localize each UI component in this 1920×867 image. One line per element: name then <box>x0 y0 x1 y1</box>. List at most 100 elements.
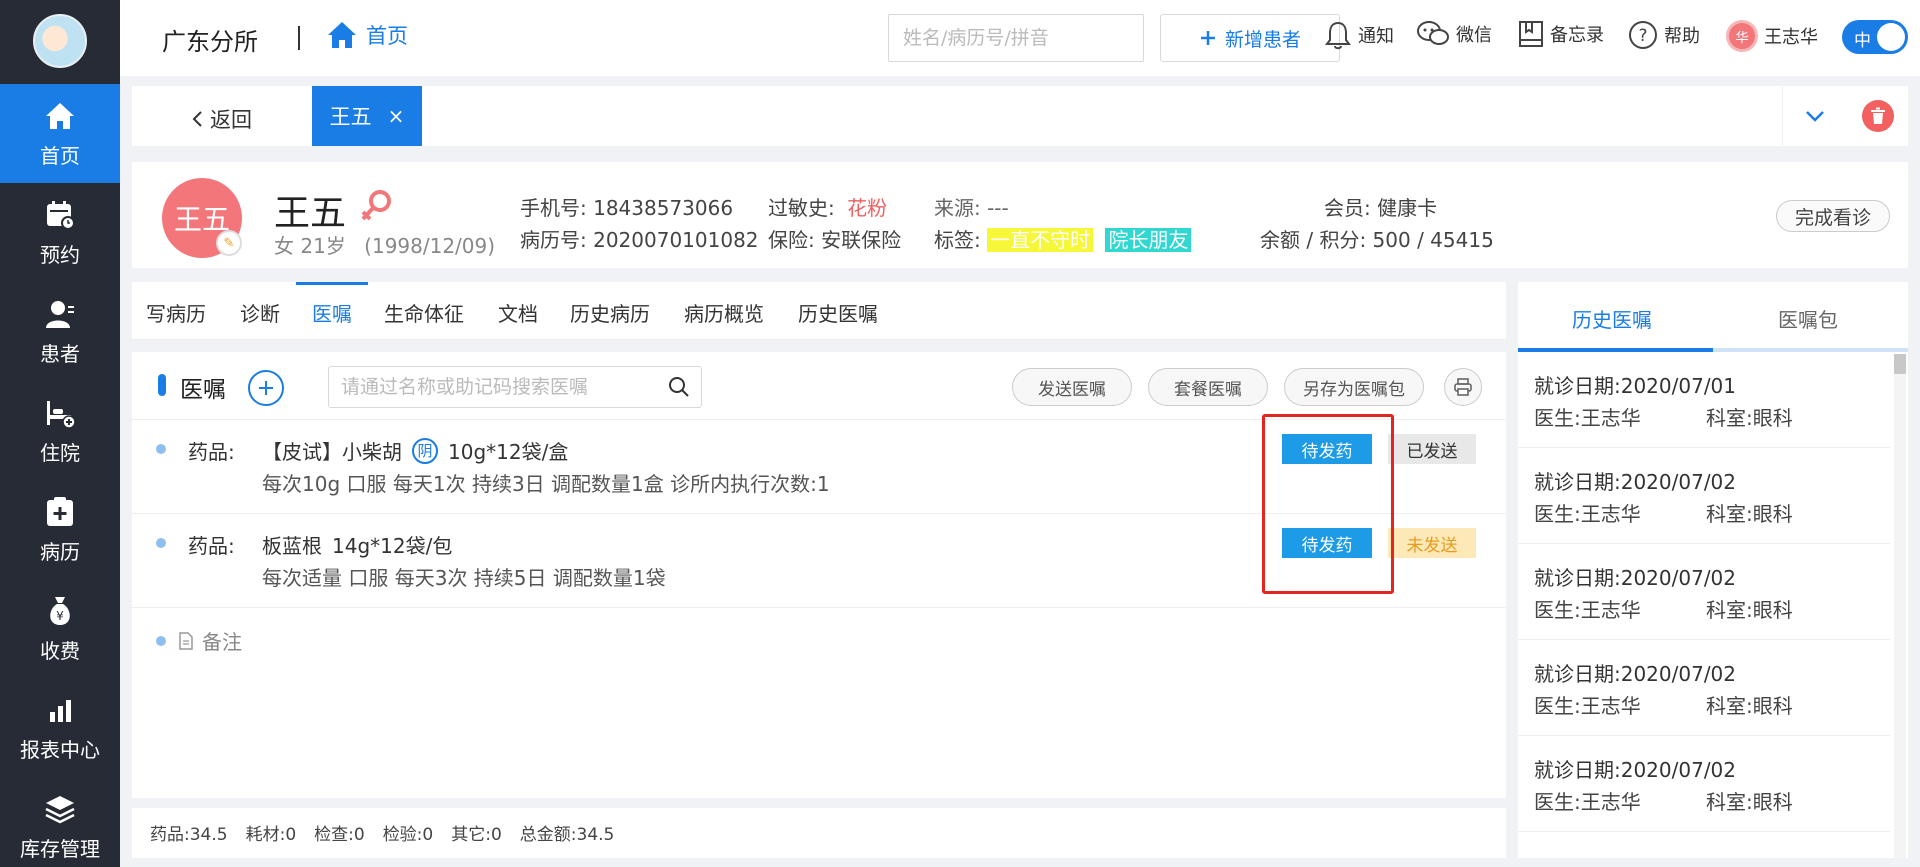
package-orders-button[interactable]: 套餐医嘱 <box>1148 368 1268 406</box>
visit-date: 就诊日期:2020/07/02 <box>1534 470 1737 494</box>
sidebar-item-label: 患者 <box>40 342 80 366</box>
tab-order-packages[interactable]: 医嘱包 <box>1778 304 1838 333</box>
add-order-button[interactable] <box>248 370 284 406</box>
header-divider <box>298 26 300 50</box>
plus-icon <box>259 381 273 395</box>
visit-doctor: 医生:王志华 <box>1534 406 1641 430</box>
active-tab-indicator <box>296 282 368 285</box>
send-orders-button[interactable]: 发送医嘱 <box>1012 368 1132 406</box>
sidebar-item-billing[interactable]: ¥ 收费 <box>0 579 120 678</box>
tab-history-orders-right[interactable]: 历史医嘱 <box>1572 304 1652 333</box>
tab-orders[interactable]: 医嘱 <box>312 298 352 327</box>
patient-icon <box>44 298 76 330</box>
order-main-line: 【皮试】小柴胡 阴 10g*12袋/盒 <box>262 436 568 465</box>
tab-history-records[interactable]: 历史病历 <box>570 298 650 327</box>
sidebar-item-reports[interactable]: 报表中心 <box>0 678 120 777</box>
patient-tab-bar: 返回 王五 × <box>132 86 1908 146</box>
sidebar-item-records[interactable]: 病历 <box>0 480 120 579</box>
clinic-name[interactable]: 广东分所 <box>162 22 258 57</box>
patient-info-card: 王五 ✎ 王五 女 21岁 (1998/12/09) 手机号: 18438573… <box>132 162 1908 268</box>
scrollbar-track[interactable] <box>1894 354 1906 858</box>
drug-spec: 10g*12袋/盒 <box>448 440 569 464</box>
status-badge: 已发送 <box>1388 434 1476 464</box>
drug-spec: 14g*12袋/包 <box>332 534 453 558</box>
tab-dropdown-button[interactable] <box>1782 86 1846 146</box>
history-item[interactable]: 就诊日期:2020/07/02 医生:王志华 科室:眼科 <box>1518 640 1890 736</box>
history-item[interactable]: 就诊日期:2020/07/02 医生:王志华 科室:眼科 <box>1518 736 1890 832</box>
language-label: 中 <box>1854 31 1871 51</box>
history-item[interactable]: 就诊日期:2020/07/02 医生:王志华 科室:眼科 <box>1518 544 1890 640</box>
help-button[interactable]: ? 帮助 <box>1628 20 1700 50</box>
order-detail: 每次10g 口服 每天1次 持续3日 调配数量1盒 诊所内执行次数:1 <box>262 472 830 496</box>
finish-visit-button[interactable]: 完成看诊 <box>1776 200 1890 232</box>
visit-department: 科室:眼科 <box>1706 502 1793 526</box>
orders-main-panel: 写病历 诊断 医嘱 生命体征 文档 历史病历 病历概览 历史医嘱 医嘱 发送医嘱… <box>132 282 1506 858</box>
tab-record-overview[interactable]: 病历概览 <box>684 298 764 327</box>
sidebar-item-label: 库存管理 <box>20 837 100 861</box>
notification-label: 通知 <box>1358 26 1394 47</box>
add-patient-button[interactable]: 新增患者 <box>1160 14 1340 62</box>
total-drug: 药品:34.5 <box>150 825 228 845</box>
patient-birthday: (1998/12/09) <box>364 234 496 258</box>
visit-doctor: 医生:王志华 <box>1534 694 1641 718</box>
history-item[interactable]: 就诊日期:2020/07/02 医生:王志华 科室:眼科 <box>1518 448 1890 544</box>
visit-department: 科室:眼科 <box>1706 694 1793 718</box>
wechat-label: 微信 <box>1456 25 1492 46</box>
skin-test-result-badge: 阴 <box>412 437 438 464</box>
back-button[interactable]: 返回 <box>190 104 252 134</box>
breadcrumb-home[interactable]: 首页 <box>326 20 408 50</box>
record-subtabs: 写病历 诊断 医嘱 生命体征 文档 历史病历 病历概览 历史医嘱 <box>132 282 1506 340</box>
patient-search-input[interactable] <box>888 14 1144 62</box>
medical-record-icon <box>44 496 76 528</box>
edit-pencil-icon[interactable]: ✎ <box>216 230 242 256</box>
clinic-avatar[interactable] <box>33 14 87 68</box>
print-button[interactable] <box>1444 368 1482 406</box>
tab-write-record[interactable]: 写病历 <box>146 298 206 327</box>
plus-icon <box>1200 31 1215 45</box>
sidebar-item-patients[interactable]: 患者 <box>0 282 120 381</box>
home-icon <box>44 100 76 132</box>
history-orders-panel: 历史医嘱 医嘱包 就诊日期:2020/07/01 医生:王志华 科室:眼科 就诊… <box>1518 282 1908 858</box>
drug-name: 【皮试】小柴胡 <box>262 440 402 464</box>
history-item[interactable]: 就诊日期:2020/07/01 医生:王志华 科室:眼科 <box>1518 352 1890 448</box>
money-bag-icon: ¥ <box>44 595 76 627</box>
scrollbar-thumb[interactable] <box>1894 354 1906 374</box>
highlight-annotation-box <box>1262 414 1394 594</box>
visit-department: 科室:眼科 <box>1706 790 1793 814</box>
tab-patient-wangwu[interactable]: 王五 × <box>312 86 422 146</box>
sidebar-item-inpatient[interactable]: 住院 <box>0 381 120 480</box>
visit-date: 就诊日期:2020/07/02 <box>1534 758 1737 782</box>
visit-doctor: 医生:王志华 <box>1534 790 1641 814</box>
tab-diagnosis[interactable]: 诊断 <box>240 298 280 327</box>
note-row[interactable]: 备注 <box>156 626 242 655</box>
order-search-input[interactable] <box>328 366 702 408</box>
user-menu[interactable]: 华 王志华 <box>1726 20 1818 52</box>
chevron-left-icon <box>192 111 202 127</box>
notification-button[interactable]: 通知 <box>1324 20 1394 50</box>
total-test: 检验:0 <box>382 825 434 845</box>
tab-documents[interactable]: 文档 <box>498 298 538 327</box>
delete-tab-button[interactable] <box>1862 100 1894 132</box>
patient-gender-age: 女 21岁 (1998/12/09) <box>274 234 496 258</box>
bar-chart-icon <box>44 694 76 726</box>
help-icon: ? <box>1629 21 1657 49</box>
order-kind: 药品: <box>188 440 235 464</box>
memo-label: 备忘录 <box>1550 25 1604 46</box>
language-toggle[interactable]: 中 <box>1842 20 1908 54</box>
tab-history-orders[interactable]: 历史医嘱 <box>798 298 878 327</box>
visit-date: 就诊日期:2020/07/02 <box>1534 566 1737 590</box>
search-icon[interactable] <box>668 376 690 402</box>
top-header: 广东分所 首页 新增患者 通知 微信 备忘录 ? 帮助 华 王志华 中 <box>120 0 1920 76</box>
totals-bar: 药品:34.5 耗材:0 检查:0 检验:0 其它:0 总金额:34.5 <box>132 798 1506 858</box>
close-icon[interactable]: × <box>388 104 405 128</box>
sidebar-item-label: 收费 <box>40 639 80 663</box>
right-panel-tabs: 历史医嘱 医嘱包 <box>1518 282 1908 352</box>
memo-button[interactable]: 备忘录 <box>1518 20 1604 48</box>
sidebar-item-inventory[interactable]: 库存管理 <box>0 777 120 867</box>
sidebar-item-home[interactable]: 首页 <box>0 84 120 183</box>
save-as-package-button[interactable]: 另存为医嘱包 <box>1284 368 1424 406</box>
wechat-button[interactable]: 微信 <box>1416 20 1492 48</box>
tab-vitals[interactable]: 生命体征 <box>384 298 464 327</box>
trash-icon <box>1871 107 1885 124</box>
sidebar-item-appointment[interactable]: 预约 <box>0 183 120 282</box>
